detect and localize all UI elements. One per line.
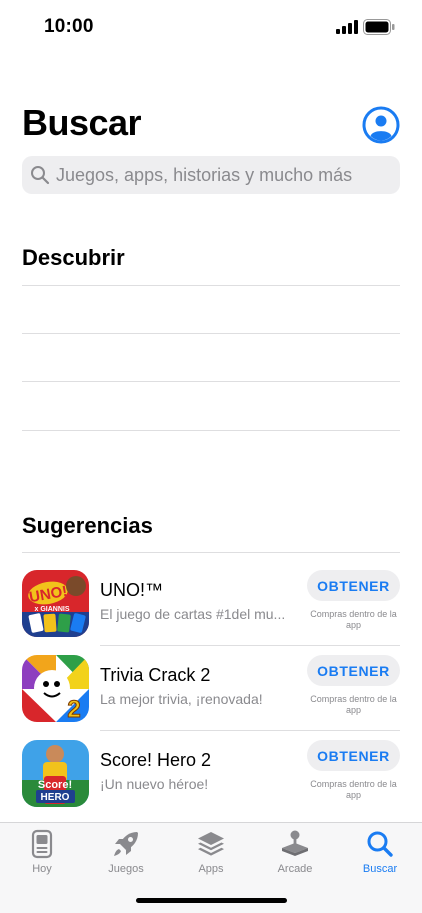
app-name: UNO!™ xyxy=(100,580,163,600)
app-subtitle: ¡Un nuevo héroe! xyxy=(100,776,209,792)
suggestions-title: Sugerencias xyxy=(22,513,153,538)
app-subtitle: El juego de cartas #1del mu... xyxy=(100,606,286,622)
tab-apps[interactable]: Apps xyxy=(169,829,253,879)
cellular-signal-icon xyxy=(336,20,358,34)
divider xyxy=(22,430,400,431)
in-app-purchases-note: Compras dentro de la app xyxy=(310,694,397,715)
account-avatar-icon[interactable] xyxy=(362,106,400,144)
get-button[interactable]: OBTENER xyxy=(307,570,400,601)
get-button[interactable]: OBTENER xyxy=(307,740,400,771)
rocket-icon xyxy=(114,832,138,856)
suggestion-row-score-hero-2[interactable]: Score! HERO Score! Hero 2 ¡Un nuevo héro… xyxy=(22,740,400,808)
score-hero-app-icon: Score! HERO xyxy=(22,740,89,807)
trivia-icon-number: 2 xyxy=(67,696,80,722)
divider xyxy=(100,645,400,646)
tab-arcade[interactable]: Arcade xyxy=(253,829,337,879)
tab-hoy[interactable]: Hoy xyxy=(0,829,84,879)
app-name: Trivia Crack 2 xyxy=(100,665,211,685)
divider xyxy=(22,381,400,382)
status-time: 10:00 xyxy=(44,16,94,37)
app-subtitle: La mejor trivia, ¡renovada! xyxy=(100,691,263,707)
uno-icon-subtext: x GIANNIS xyxy=(34,606,69,613)
tab-juegos[interactable]: Juegos xyxy=(84,829,168,879)
search-placeholder: Juegos, apps, historias y mucho más xyxy=(56,164,353,185)
layers-icon xyxy=(198,832,224,856)
get-button[interactable]: OBTENER xyxy=(307,655,400,686)
home-indicator[interactable] xyxy=(136,898,287,903)
suggestion-row-uno[interactable]: UNO! x GIANNIS UNO!™ El juego de cartas … xyxy=(22,570,400,646)
tab-label: Juegos xyxy=(108,863,144,875)
in-app-purchases-note: Compras dentro de la app xyxy=(310,779,397,800)
score-hero-icon-subtitle: HERO xyxy=(41,792,70,803)
search-icon xyxy=(31,166,50,185)
tab-label: Hoy xyxy=(32,863,52,875)
divider xyxy=(100,730,400,731)
discover-title: Descubrir xyxy=(22,245,125,270)
score-hero-icon-title: Score! xyxy=(38,779,72,791)
tab-label: Apps xyxy=(198,863,224,875)
battery-icon xyxy=(363,19,395,35)
tab-label: Buscar xyxy=(362,863,398,875)
tab-buscar[interactable]: Buscar xyxy=(338,829,422,879)
search-icon xyxy=(367,831,393,857)
app-name: Score! Hero 2 xyxy=(100,750,212,770)
joystick-icon xyxy=(282,830,308,856)
trivia-crack-app-icon: 2 xyxy=(22,655,89,722)
uno-app-icon: UNO! x GIANNIS xyxy=(22,570,89,637)
tab-label: Arcade xyxy=(277,863,313,875)
search-input[interactable]: Juegos, apps, historias y mucho más xyxy=(22,156,400,194)
in-app-purchases-note: Compras dentro de la app xyxy=(310,609,397,630)
divider xyxy=(22,285,400,286)
divider xyxy=(22,333,400,334)
today-icon xyxy=(31,829,53,859)
page-title: Buscar xyxy=(22,102,142,143)
divider xyxy=(22,552,400,553)
suggestion-row-trivia-crack-2[interactable]: 2 Trivia Crack 2 La mejor trivia, ¡renov… xyxy=(22,655,400,731)
status-bar: 10:00 xyxy=(0,0,422,56)
